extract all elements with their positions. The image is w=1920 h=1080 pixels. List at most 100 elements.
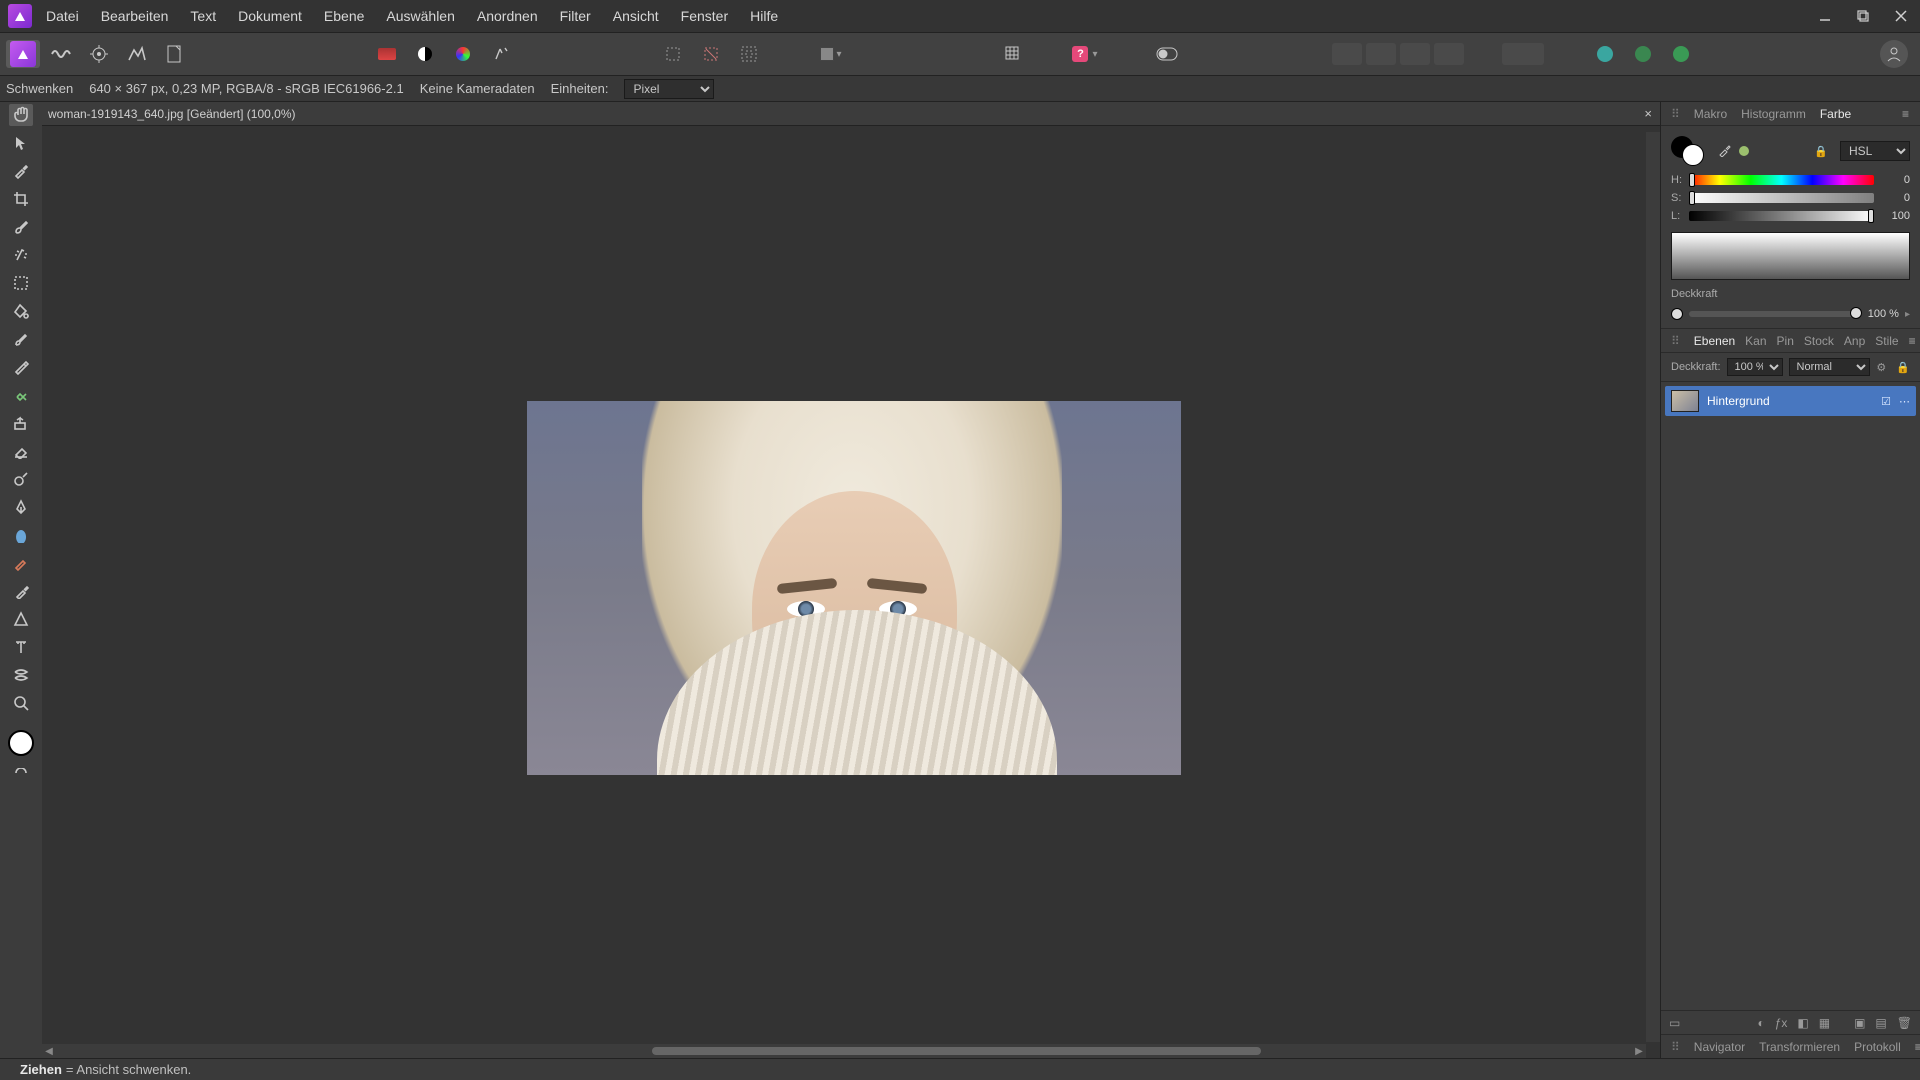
close-document-icon[interactable]: × <box>1644 106 1652 121</box>
panel-handle-icon[interactable]: ⠿ <box>1671 107 1680 121</box>
menu-ansicht[interactable]: Ansicht <box>613 8 659 24</box>
layer-item[interactable]: Hintergrund ☑ ⋯ <box>1665 386 1916 416</box>
visibility-checkbox-icon[interactable]: ☑ <box>1881 395 1891 408</box>
opacity-dropdown-icon[interactable]: ▸ <box>1905 309 1910 320</box>
scroll-thumb[interactable] <box>652 1047 1262 1055</box>
tab-ebenen[interactable]: Ebenen <box>1694 334 1735 348</box>
dodge-tool[interactable] <box>9 468 33 490</box>
mask-icon[interactable]: ▦ <box>1819 1016 1830 1030</box>
menu-anordnen[interactable]: Anordnen <box>477 8 538 24</box>
menu-bearbeiten[interactable]: Bearbeiten <box>101 8 169 24</box>
toggle-ui-button[interactable] <box>1150 40 1184 68</box>
persona-photo-button[interactable] <box>6 40 40 68</box>
eyedropper-tool[interactable] <box>9 580 33 602</box>
document-tab[interactable]: woman-1919143_640.jpg [Geändert] (100,0%… <box>48 107 296 121</box>
crop-tool[interactable] <box>9 188 33 210</box>
panel-menu-icon[interactable]: ≡ <box>1915 1040 1920 1054</box>
selection-brush-tool[interactable] <box>9 216 33 238</box>
resource-button-2[interactable] <box>1626 40 1660 68</box>
adjustment-icon[interactable]: ◐ <box>1757 1016 1764 1030</box>
scroll-right-icon[interactable]: ▶ <box>1632 1046 1646 1057</box>
panel-menu-icon[interactable]: ≡ <box>1902 107 1910 121</box>
quickmask-button[interactable]: ▾ <box>814 40 848 68</box>
erase-tool[interactable] <box>9 440 33 462</box>
hand-tool[interactable] <box>9 104 33 126</box>
fx-icon[interactable]: ƒx <box>1775 1016 1788 1030</box>
persona-liquify-button[interactable] <box>44 40 78 68</box>
tab-transformieren[interactable]: Transformieren <box>1759 1040 1840 1054</box>
clone-tool[interactable] <box>9 412 33 434</box>
layer-locked-icon[interactable]: ⋯ <box>1899 395 1910 408</box>
autolevels-button[interactable] <box>484 40 518 68</box>
tab-protokoll[interactable]: Protokoll <box>1854 1040 1901 1054</box>
select-all-button[interactable] <box>656 40 690 68</box>
tab-makro[interactable]: Makro <box>1694 107 1727 121</box>
account-button[interactable] <box>1880 40 1908 68</box>
delete-layer-icon[interactable]: 🗑 <box>1897 1016 1912 1030</box>
text-tool[interactable] <box>9 636 33 658</box>
units-select[interactable]: Pixel <box>624 79 714 99</box>
lock-color-icon[interactable]: 🔒 <box>1814 145 1828 158</box>
mesh-tool[interactable] <box>9 664 33 686</box>
vertical-scrollbar[interactable] <box>1646 132 1660 1042</box>
menu-hilfe[interactable]: Hilfe <box>750 8 778 24</box>
brush-tool[interactable] <box>9 328 33 350</box>
menu-ebene[interactable]: Ebene <box>324 8 364 24</box>
layer-settings-icon[interactable]: ⚙ <box>1876 361 1886 374</box>
livefilter-icon[interactable]: ◧ <box>1797 1016 1808 1030</box>
color-mode-select[interactable]: HSL <box>1840 141 1910 161</box>
close-button[interactable] <box>1882 0 1920 32</box>
autowb-button[interactable] <box>446 40 480 68</box>
menu-auswaehlen[interactable]: Auswählen <box>386 8 455 24</box>
minimize-button[interactable] <box>1806 0 1844 32</box>
eyedropper-icon[interactable] <box>1717 143 1731 160</box>
resource-button-1[interactable] <box>1588 40 1622 68</box>
persona-develop-button[interactable] <box>82 40 116 68</box>
tab-histogramm[interactable]: Histogramm <box>1741 107 1806 121</box>
persona-export-button[interactable] <box>158 40 192 68</box>
opacity-slider[interactable] <box>1689 311 1862 317</box>
invert-select-button[interactable] <box>732 40 766 68</box>
move-tool[interactable] <box>9 132 33 154</box>
autocontrast-button[interactable] <box>408 40 442 68</box>
swap-colors-icon[interactable] <box>9 762 33 784</box>
horizontal-scrollbar[interactable]: ◀ ▶ <box>42 1044 1646 1058</box>
menu-filter[interactable]: Filter <box>560 8 591 24</box>
menu-dokument[interactable]: Dokument <box>238 8 302 24</box>
retouch-tool[interactable] <box>9 552 33 574</box>
canvas-area[interactable] <box>42 126 1656 1058</box>
lig-slider[interactable] <box>1689 211 1874 221</box>
crop-button[interactable] <box>996 40 1030 68</box>
tab-kan[interactable]: Kan <box>1745 334 1766 348</box>
tab-anp[interactable]: Anp <box>1844 334 1865 348</box>
menu-fenster[interactable]: Fenster <box>681 8 728 24</box>
color-swatch-icon[interactable] <box>8 730 34 756</box>
menu-text[interactable]: Text <box>190 8 216 24</box>
color-preview[interactable] <box>1671 232 1910 280</box>
document-image[interactable] <box>527 401 1181 775</box>
scroll-left-icon[interactable]: ◀ <box>42 1046 56 1057</box>
add-layer-icon[interactable]: ▤ <box>1875 1016 1886 1030</box>
tab-stile[interactable]: Stile <box>1875 334 1898 348</box>
assistant-button[interactable]: ?▾ <box>1068 40 1102 68</box>
hue-slider[interactable] <box>1689 175 1874 185</box>
sat-slider[interactable] <box>1689 193 1874 203</box>
shape-tool[interactable] <box>9 608 33 630</box>
layer-opacity-select[interactable]: 100 % <box>1727 358 1783 376</box>
smudge-tool[interactable] <box>9 524 33 546</box>
panel-handle-icon[interactable]: ⠿ <box>1671 1040 1680 1054</box>
panel-menu-icon[interactable]: ≡ <box>1909 334 1916 348</box>
maximize-button[interactable] <box>1844 0 1882 32</box>
blend-mode-select[interactable]: Normal <box>1789 358 1871 376</box>
tab-navigator[interactable]: Navigator <box>1694 1040 1745 1054</box>
mask-layer-icon[interactable]: ▭ <box>1669 1016 1680 1030</box>
menu-datei[interactable]: Datei <box>46 8 79 24</box>
layer-lock-icon[interactable]: 🔒 <box>1896 361 1910 374</box>
pen-tool[interactable] <box>9 496 33 518</box>
tab-stock[interactable]: Stock <box>1804 334 1834 348</box>
tab-pin[interactable]: Pin <box>1777 334 1794 348</box>
autocolor-button[interactable] <box>370 40 404 68</box>
marquee-tool[interactable] <box>9 272 33 294</box>
pencil-tool[interactable] <box>9 356 33 378</box>
resource-button-3[interactable] <box>1664 40 1698 68</box>
